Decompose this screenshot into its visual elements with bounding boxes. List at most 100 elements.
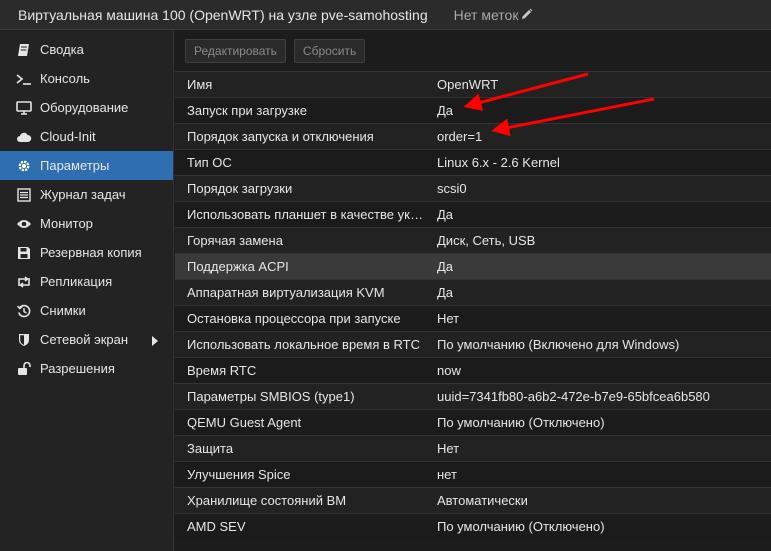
edit-button[interactable]: Редактировать bbox=[185, 39, 286, 63]
shield-icon bbox=[16, 332, 32, 348]
table-row[interactable]: Параметры SMBIOS (type1) uuid=7341fb80-a6… bbox=[175, 383, 771, 410]
option-key: Параметры SMBIOS (type1) bbox=[175, 383, 425, 410]
option-key: Использовать планшет в качестве указател… bbox=[175, 201, 425, 228]
table-row-selected[interactable]: Поддержка ACPI Да bbox=[175, 253, 771, 280]
table-row[interactable]: AMD SEV По умолчанию (Отключено) bbox=[175, 513, 771, 539]
option-key: Остановка процессора при запуске bbox=[175, 305, 425, 332]
sidebar-item-label: Резервная копия bbox=[40, 245, 142, 260]
table-row[interactable]: QEMU Guest Agent По умолчанию (Отключено) bbox=[175, 409, 771, 436]
option-value: Да bbox=[425, 97, 771, 124]
option-value: Linux 6.x - 2.6 Kernel bbox=[425, 149, 771, 176]
gear-icon bbox=[16, 158, 32, 174]
sidebar-item-task-history[interactable]: Журнал задач bbox=[0, 180, 173, 209]
options-panel: Редактировать Сбросить Имя OpenWRT Запуск… bbox=[175, 31, 771, 551]
sidebar-item-label: Сводка bbox=[40, 42, 84, 57]
sidebar-item-console[interactable]: Консоль bbox=[0, 64, 173, 93]
option-key: AMD SEV bbox=[175, 513, 425, 539]
option-key: Защита bbox=[175, 435, 425, 462]
table-row[interactable]: Защита Нет bbox=[175, 435, 771, 462]
sidebar-item-backup[interactable]: Резервная копия bbox=[0, 238, 173, 267]
chevron-right-icon[interactable] bbox=[151, 334, 159, 349]
option-key: Аппаратная виртуализация KVM bbox=[175, 279, 425, 306]
option-value: scsi0 bbox=[425, 175, 771, 202]
option-value: Да bbox=[425, 279, 771, 306]
sidebar-item-firewall[interactable]: Сетевой экран bbox=[0, 325, 173, 354]
option-value: По умолчанию (Включено для Windows) bbox=[425, 331, 771, 358]
table-row[interactable]: Хранилище состояний ВМ Автоматически bbox=[175, 487, 771, 514]
pencil-icon[interactable] bbox=[521, 7, 533, 23]
options-grid: Имя OpenWRT Запуск при загрузке Да Порядок… bbox=[175, 71, 771, 539]
title-bar: Виртуальная машина 100 (OpenWRT) на узле… bbox=[0, 0, 771, 30]
table-row[interactable]: Использовать планшет в качестве указател… bbox=[175, 201, 771, 228]
table-row[interactable]: Порядок загрузки scsi0 bbox=[175, 175, 771, 202]
sidebar-item-permissions[interactable]: Разрешения bbox=[0, 354, 173, 383]
sidebar-item-label: Оборудование bbox=[40, 100, 129, 115]
desktop-icon bbox=[16, 100, 32, 116]
sidebar-item-label: Репликация bbox=[40, 274, 113, 289]
table-row[interactable]: Запуск при загрузке Да bbox=[175, 97, 771, 124]
sidebar-item-label: Снимки bbox=[40, 303, 86, 318]
option-key: Хранилище состояний ВМ bbox=[175, 487, 425, 514]
reset-button[interactable]: Сбросить bbox=[293, 39, 366, 63]
sidebar-item-label: Параметры bbox=[40, 158, 110, 173]
table-row[interactable]: Время RTC now bbox=[175, 357, 771, 384]
sidebar-item-label: Журнал задач bbox=[40, 187, 126, 202]
option-key: Использовать локальное время в RTC bbox=[175, 331, 425, 358]
eye-icon bbox=[16, 216, 32, 232]
option-key: Имя bbox=[175, 71, 425, 98]
cloud-icon bbox=[16, 129, 32, 145]
book-icon bbox=[16, 42, 32, 58]
sidebar-item-label: Разрешения bbox=[40, 361, 115, 376]
option-value: Да bbox=[425, 201, 771, 228]
table-row[interactable]: Тип ОС Linux 6.x - 2.6 Kernel bbox=[175, 149, 771, 176]
sidebar-item-options[interactable]: Параметры bbox=[0, 151, 173, 180]
sidebar-item-label: Монитор bbox=[40, 216, 93, 231]
option-key: Время RTC bbox=[175, 357, 425, 384]
table-row[interactable]: Остановка процессора при запуске Нет bbox=[175, 305, 771, 332]
sidebar-item-label: Консоль bbox=[40, 71, 90, 86]
option-value: По умолчанию (Отключено) bbox=[425, 513, 771, 539]
unlock-icon bbox=[16, 361, 32, 377]
table-row[interactable]: Улучшения Spice нет bbox=[175, 461, 771, 488]
table-row[interactable]: Имя OpenWRT bbox=[175, 71, 771, 98]
floppy-icon bbox=[16, 245, 32, 261]
sidebar-item-label: Cloud-Init bbox=[40, 129, 96, 144]
option-value: По умолчанию (Отключено) bbox=[425, 409, 771, 436]
table-row[interactable]: Горячая замена Диск, Сеть, USB bbox=[175, 227, 771, 254]
option-value: Да bbox=[425, 253, 771, 280]
option-value: order=1 bbox=[425, 123, 771, 150]
sidebar-item-summary[interactable]: Сводка bbox=[0, 35, 173, 64]
table-row[interactable]: Порядок запуска и отключения order=1 bbox=[175, 123, 771, 150]
sidebar-item-hardware[interactable]: Оборудование bbox=[0, 93, 173, 122]
option-value: Автоматически bbox=[425, 487, 771, 514]
tags-label: Нет меток bbox=[453, 6, 519, 23]
sidebar-item-cloud-init[interactable]: Cloud-Init bbox=[0, 122, 173, 151]
option-key: Тип ОС bbox=[175, 149, 425, 176]
option-value: Нет bbox=[425, 305, 771, 332]
option-key: Порядок запуска и отключения bbox=[175, 123, 425, 150]
option-value: now bbox=[425, 357, 771, 384]
sidebar-item-replication[interactable]: Репликация bbox=[0, 267, 173, 296]
history-icon bbox=[16, 303, 32, 319]
option-value: uuid=7341fb80-a6b2-472e-b7e9-65bfcea6b58… bbox=[425, 383, 771, 410]
table-row[interactable]: Использовать локальное время в RTC По умо… bbox=[175, 331, 771, 358]
sidebar-item-snapshots[interactable]: Снимки bbox=[0, 296, 173, 325]
option-key: Запуск при загрузке bbox=[175, 97, 425, 124]
option-key: Порядок загрузки bbox=[175, 175, 425, 202]
option-value: Диск, Сеть, USB bbox=[425, 227, 771, 254]
sidebar-item-label: Сетевой экран bbox=[40, 332, 129, 347]
option-key: Горячая замена bbox=[175, 227, 425, 254]
option-key: Поддержка ACPI bbox=[175, 253, 425, 280]
list-icon bbox=[16, 187, 32, 203]
tags-editor[interactable]: Нет меток bbox=[454, 7, 534, 23]
sidebar-item-monitor[interactable]: Монитор bbox=[0, 209, 173, 238]
option-value: нет bbox=[425, 461, 771, 488]
sidebar: Сводка Консоль Оборудование Cloud-Init П… bbox=[0, 31, 174, 551]
retweet-icon bbox=[16, 274, 32, 290]
option-value: Нет bbox=[425, 435, 771, 462]
toolbar: Редактировать Сбросить bbox=[175, 31, 771, 71]
option-key: QEMU Guest Agent bbox=[175, 409, 425, 436]
option-key: Улучшения Spice bbox=[175, 461, 425, 488]
table-row[interactable]: Аппаратная виртуализация KVM Да bbox=[175, 279, 771, 306]
page-title: Виртуальная машина 100 (OpenWRT) на узле… bbox=[18, 6, 428, 23]
